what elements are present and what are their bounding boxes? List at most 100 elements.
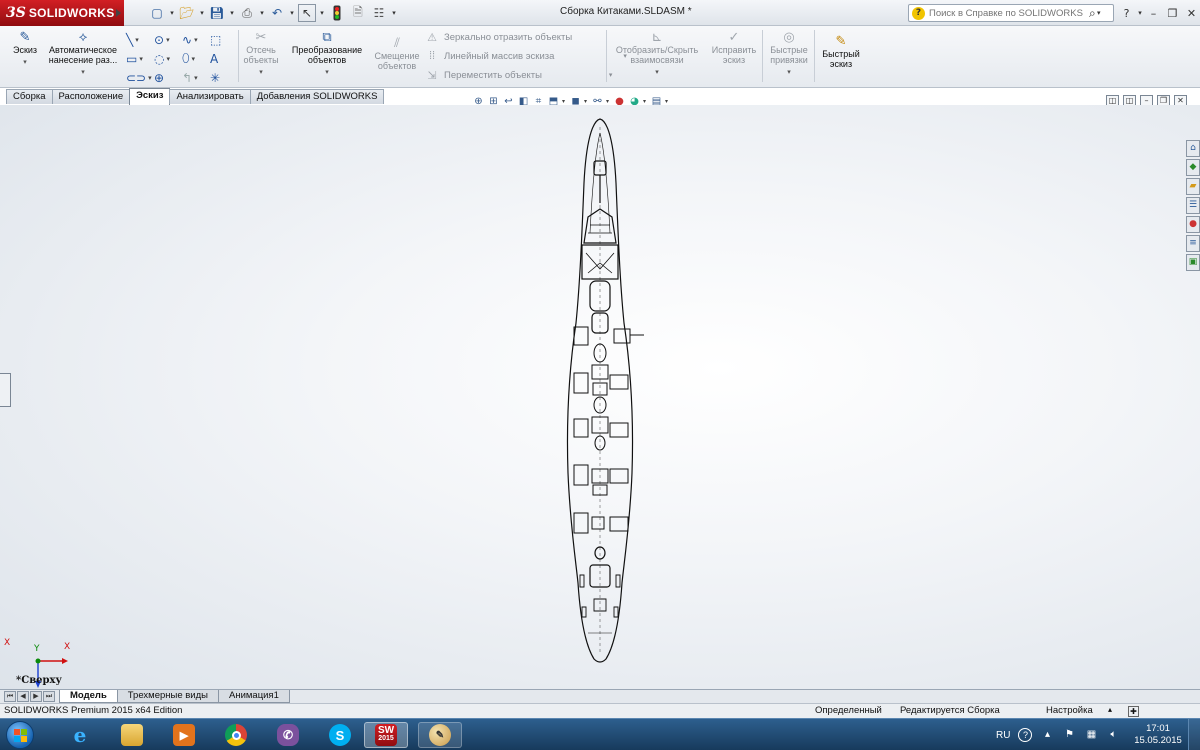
taskbar-app-viber[interactable]: ✆ <box>266 722 310 748</box>
view-orientation-dropdown-icon[interactable]: ▾ <box>562 98 567 105</box>
print-icon[interactable]: ⎙ <box>238 4 256 22</box>
volume-icon[interactable]: 🔈︎ <box>1106 728 1120 742</box>
save-icon[interactable]: 💾︎ <box>208 4 226 22</box>
configuration-status[interactable]: Настройка <box>1046 705 1093 716</box>
file-properties-icon[interactable]: 🗎︎ <box>349 4 367 22</box>
language-help-icon[interactable]: ? <box>1018 728 1033 742</box>
taskbar-app-ie[interactable]: e <box>58 722 102 748</box>
show-relations-button[interactable]: ⊾ Отобразить/Скрыть взаимосвязи ▾ <box>610 30 704 78</box>
language-indicator[interactable]: RU <box>996 730 1010 741</box>
sketch-dropdown-icon[interactable]: ▾ <box>8 58 42 68</box>
scene-dropdown-icon[interactable]: ▾ <box>643 98 648 105</box>
hide-show-dropdown-icon[interactable]: ▾ <box>606 98 611 105</box>
taskbar-app-explorer[interactable] <box>110 722 154 748</box>
new-document-icon[interactable]: ▢ <box>148 4 166 22</box>
relations-dropdown-icon[interactable]: ▾ <box>610 68 704 78</box>
network-icon[interactable]: ▦ <box>1084 728 1098 742</box>
fillet-icon[interactable]: ↰ ▾ <box>182 68 208 87</box>
taskbar-app-solidworks[interactable]: SW 2015 <box>364 722 408 748</box>
convert-entities-button[interactable]: ⧉ Преобразование объектов ▾ <box>286 30 368 78</box>
next-tab-arrow-icon[interactable]: ▶ <box>30 691 42 702</box>
select-dropdown-icon[interactable]: ▾ <box>319 9 325 17</box>
smart-dimension-button[interactable]: ⟡ Автоматическое нанесение раз... ▾ <box>44 30 122 78</box>
status-dropdown-icon[interactable]: ▴ <box>1108 705 1112 714</box>
search-icon[interactable]: ⌕ <box>1089 6 1096 21</box>
quick-tips-icon[interactable]: ✚ <box>1128 706 1139 717</box>
tab-addins[interactable]: Добавления SOLIDWORKS <box>249 89 385 104</box>
design-library-icon[interactable]: ◆ <box>1186 159 1200 176</box>
move-entities-button[interactable]: ⇲ Переместить объекты ▾ <box>425 67 612 83</box>
display-style-dropdown-icon[interactable]: ▾ <box>584 98 589 105</box>
taskbar-app-paint[interactable]: ✎ <box>418 722 462 748</box>
linear-pattern-button[interactable]: ⁞⁞ Линейный массив эскиза ▾ <box>425 48 627 64</box>
view-palette-icon[interactable]: ☰ <box>1186 197 1200 214</box>
spline-icon[interactable]: ∿ ▾ <box>182 30 208 49</box>
sketch-button[interactable]: ✎ Эскиз ▾ <box>8 30 42 68</box>
taskbar-app-chrome[interactable] <box>214 722 258 748</box>
offset-entities-button[interactable]: ⫽ Смещение объектов <box>372 36 422 72</box>
last-tab-arrow-icon[interactable]: ⏭ <box>43 691 55 702</box>
smart-dimension-dropdown-icon[interactable]: ▾ <box>44 68 122 78</box>
circle-icon[interactable]: ⊙ ▾ <box>154 30 180 49</box>
close-icon[interactable]: ✕ <box>1183 5 1200 22</box>
save-dropdown-icon[interactable]: ▾ <box>229 9 235 17</box>
new-dropdown-icon[interactable]: ▾ <box>169 9 175 17</box>
tab-sketch[interactable]: Эскиз <box>129 88 171 105</box>
graphics-area[interactable]: ⌂ ◆ ▰ ☰ ● ≡ ▣ X X Y Z *Сверху <box>0 105 1200 689</box>
trim-dropdown-icon[interactable]: ▾ <box>240 68 282 78</box>
line-icon[interactable]: ╲ ▾ <box>126 30 152 49</box>
convert-dropdown-icon[interactable]: ▾ <box>286 68 368 78</box>
minimize-icon[interactable]: – <box>1145 5 1162 22</box>
tray-expand-icon[interactable]: ▴ <box>1040 728 1054 742</box>
undo-dropdown-icon[interactable]: ▾ <box>289 9 295 17</box>
view-settings-dropdown-icon[interactable]: ▾ <box>665 98 670 105</box>
resources-home-icon[interactable]: ⌂ <box>1186 140 1200 157</box>
trim-entities-button[interactable]: ✂ Отсечь объекты ▾ <box>240 30 282 78</box>
first-tab-arrow-icon[interactable]: ⏮ <box>4 691 16 702</box>
show-desktop-button[interactable] <box>1188 719 1200 750</box>
open-folder-icon[interactable]: 📂︎ <box>178 4 196 22</box>
quick-snaps-button[interactable]: ◎ Быстрые привязки ▾ <box>764 30 814 78</box>
taskbar-clock[interactable]: 17:01 15.05.2015 <box>1132 723 1184 747</box>
slot-icon[interactable]: ⊂⊃ ▾ <box>126 68 152 87</box>
quick-snaps-dropdown-icon[interactable]: ▾ <box>764 68 814 78</box>
taskbar-app-media-player[interactable]: ▶ <box>162 722 206 748</box>
point-icon[interactable]: ⊕ <box>154 68 180 87</box>
text-icon[interactable]: A <box>210 49 236 68</box>
help-search-input[interactable] <box>929 7 1087 19</box>
search-dropdown-icon[interactable]: ▾ <box>1096 9 1102 17</box>
menu-expand-arrow-icon[interactable] <box>116 9 121 17</box>
solidworks-forum-icon[interactable]: ▣ <box>1186 254 1200 271</box>
file-explorer-folder-icon[interactable]: ▰ <box>1186 178 1200 195</box>
tab-model[interactable]: Модель <box>59 690 118 703</box>
custom-properties-icon[interactable]: ≡ <box>1186 235 1200 252</box>
solidworks-logo[interactable]: 3S SOLIDWORKS <box>0 0 124 26</box>
tab-evaluate[interactable]: Анализировать <box>169 89 251 104</box>
tab-assembly[interactable]: Сборка <box>6 89 53 104</box>
rectangle-icon[interactable]: ▭ ▾ <box>126 49 152 68</box>
feature-tree-collapse-handle[interactable] <box>0 373 11 407</box>
print-dropdown-icon[interactable]: ▾ <box>259 9 265 17</box>
tab-layout[interactable]: Расположение <box>51 89 131 104</box>
rebuild-traffic-light-icon[interactable] <box>328 4 346 22</box>
help-search-box[interactable]: ? ⌕ ▾ <box>908 4 1114 22</box>
start-button[interactable] <box>6 721 34 749</box>
mirror-entities-button[interactable]: ⚠ Зеркально отразить объекты <box>425 29 572 45</box>
prev-tab-arrow-icon[interactable]: ◀ <box>17 691 29 702</box>
select-pointer-icon[interactable]: ↖ <box>298 4 316 22</box>
repair-sketch-button[interactable]: ✓ Исправить эскиз <box>706 30 762 66</box>
taskbar-app-skype[interactable]: S <box>318 722 362 748</box>
tab-motion-study[interactable]: Анимация1 <box>217 690 290 703</box>
undo-icon[interactable]: ↶ <box>268 4 286 22</box>
ship-assembly-model[interactable] <box>540 113 660 673</box>
ellipse-icon[interactable]: ⬯ ▾ <box>182 49 208 68</box>
centerline-point-icon[interactable]: ✳ <box>210 68 236 87</box>
tab-3d-views[interactable]: Трехмерные виды <box>116 690 219 703</box>
appearances-icon[interactable]: ● <box>1186 216 1200 233</box>
help-dropdown-icon[interactable]: ▾ <box>1137 9 1143 17</box>
surface-text-icon[interactable]: ⬚ <box>210 30 236 49</box>
restore-icon[interactable]: ❐ <box>1164 5 1181 22</box>
open-dropdown-icon[interactable]: ▾ <box>199 9 205 17</box>
rapid-sketch-button[interactable]: ✎ Быстрый эскиз <box>816 34 866 70</box>
action-center-flag-icon[interactable]: ⚑ <box>1062 728 1076 742</box>
